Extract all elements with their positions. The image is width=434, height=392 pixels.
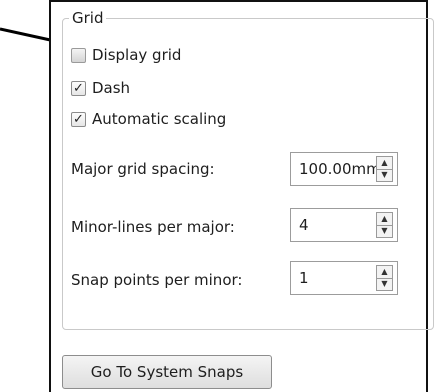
- automatic-scaling-option[interactable]: ✓ Automatic scaling: [71, 108, 226, 130]
- spin-down-icon[interactable]: ▼: [377, 226, 392, 238]
- display-grid-option[interactable]: Display grid: [71, 44, 181, 66]
- check-icon: ✓: [73, 80, 84, 96]
- go-to-system-snaps-button[interactable]: Go To System Snaps: [62, 355, 272, 389]
- spin-down-icon[interactable]: ▼: [377, 170, 392, 182]
- spin-up-icon[interactable]: ▲: [377, 157, 392, 170]
- minor-lines-per-major-spinner[interactable]: ▲ ▼: [376, 212, 393, 238]
- group-title: Grid: [69, 8, 107, 28]
- dash-checkbox[interactable]: ✓: [71, 80, 86, 96]
- minor-lines-per-major-label: Minor-lines per major:: [71, 218, 235, 236]
- dash-option[interactable]: ✓ Dash: [71, 77, 130, 99]
- major-grid-spacing-value: 100.00mm: [299, 160, 381, 178]
- dash-label: Dash: [92, 79, 131, 97]
- automatic-scaling-label: Automatic scaling: [92, 110, 227, 128]
- display-grid-checkbox[interactable]: [71, 47, 86, 63]
- spin-down-icon[interactable]: ▼: [377, 279, 392, 291]
- check-icon: ✓: [73, 111, 84, 127]
- snap-points-per-minor-value: 1: [299, 269, 309, 287]
- snap-points-per-minor-input[interactable]: 1 ▲ ▼: [290, 261, 398, 295]
- grid-settings-panel: Grid Display grid ✓ Dash ✓ Automatic sca…: [49, 0, 434, 392]
- display-grid-label: Display grid: [92, 46, 182, 64]
- major-grid-spacing-label: Major grid spacing:: [71, 160, 215, 178]
- snap-points-per-minor-label: Snap points per minor:: [71, 271, 243, 289]
- automatic-scaling-checkbox[interactable]: ✓: [71, 111, 86, 127]
- minor-lines-per-major-input[interactable]: 4 ▲ ▼: [290, 208, 398, 242]
- major-grid-spacing-input[interactable]: 100.00mm ▲ ▼: [290, 152, 398, 186]
- minor-lines-per-major-value: 4: [299, 216, 309, 234]
- go-to-system-snaps-label: Go To System Snaps: [90, 363, 244, 381]
- spin-up-icon[interactable]: ▲: [377, 266, 392, 279]
- spin-up-icon[interactable]: ▲: [377, 213, 392, 226]
- snap-points-per-minor-spinner[interactable]: ▲ ▼: [376, 265, 393, 291]
- major-grid-spacing-spinner[interactable]: ▲ ▼: [376, 156, 393, 182]
